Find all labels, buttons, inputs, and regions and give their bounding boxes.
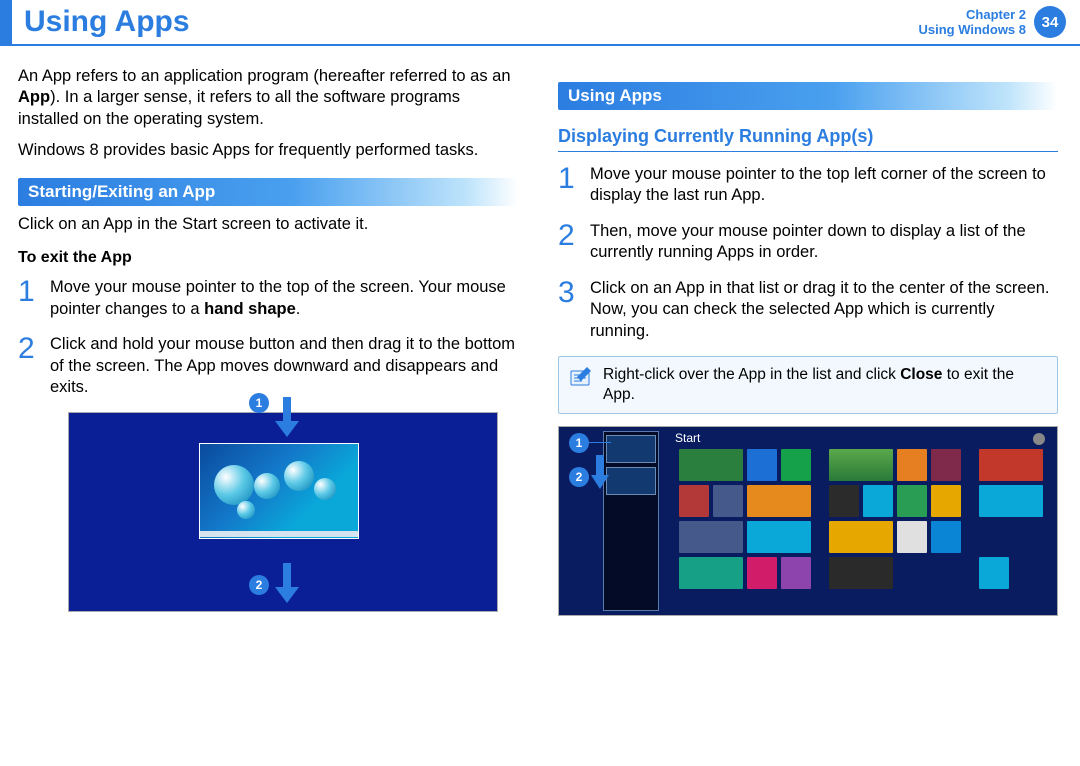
tile xyxy=(931,449,961,481)
callout-label-2: 2 xyxy=(569,467,589,487)
right-step-2: 2 Then, move your mouse pointer down to … xyxy=(558,221,1058,264)
step-text: Move your mouse pointer to the top left … xyxy=(590,164,1058,207)
arrow-down-icon xyxy=(275,397,299,437)
section-heading-starting-exiting: Starting/Exiting an App xyxy=(18,178,518,206)
bold-close: Close xyxy=(900,366,942,383)
tile xyxy=(897,521,927,553)
tile xyxy=(747,521,811,553)
chapter-label: Chapter 2 xyxy=(919,7,1027,22)
tile xyxy=(781,557,811,589)
tile xyxy=(979,449,1043,481)
step-text: Click on an App in that list or drag it … xyxy=(590,278,1058,342)
right-column: Using Apps Displaying Currently Running … xyxy=(558,66,1058,616)
app-thumbnail xyxy=(606,467,656,495)
left-step-1: 1 Move your mouse pointer to the top of … xyxy=(18,277,518,320)
tile xyxy=(829,449,893,481)
text: An App refers to an application program … xyxy=(18,67,511,85)
exit-subheading: To exit the App xyxy=(18,249,518,267)
left-step-2: 2 Click and hold your mouse button and t… xyxy=(18,334,518,398)
tile xyxy=(897,485,927,517)
tile xyxy=(863,485,893,517)
tile xyxy=(979,557,1009,589)
page-header: Using Apps Chapter 2 Using Windows 8 34 xyxy=(0,0,1080,46)
tile xyxy=(713,485,743,517)
arrow-down-icon xyxy=(275,563,299,603)
header-accent-bar xyxy=(0,0,12,44)
tile xyxy=(829,521,893,553)
step-text: Move your mouse pointer to the top of th… xyxy=(50,277,518,320)
tile xyxy=(979,485,1043,517)
header-meta-text: Chapter 2 Using Windows 8 xyxy=(919,7,1027,37)
bold-app: App xyxy=(18,88,50,106)
content-columns: An App refers to an application program … xyxy=(0,46,1080,626)
page-title: Using Apps xyxy=(24,5,190,39)
header-meta: Chapter 2 Using Windows 8 34 xyxy=(919,6,1067,38)
text: . xyxy=(296,300,301,318)
text: ). In a larger sense, it refers to all t… xyxy=(18,88,460,127)
step-number: 1 xyxy=(558,164,580,207)
tile xyxy=(747,449,777,481)
tile xyxy=(679,557,743,589)
app-thumbnail xyxy=(606,435,656,463)
intro-paragraph-2: Windows 8 provides basic Apps for freque… xyxy=(18,140,518,161)
step-number: 2 xyxy=(18,334,40,398)
subsection-running-apps: Displaying Currently Running App(s) xyxy=(558,126,1058,152)
tile xyxy=(679,449,743,481)
illustration-running-apps: Start 1 2 xyxy=(558,426,1058,616)
tile xyxy=(747,557,777,589)
step-number: 1 xyxy=(18,277,40,320)
note-pencil-icon xyxy=(569,365,593,387)
tip-note: Right-click over the App in the list and… xyxy=(558,356,1058,414)
step-number: 3 xyxy=(558,278,580,342)
tile xyxy=(829,485,859,517)
tip-text: Right-click over the App in the list and… xyxy=(603,365,1047,405)
tile xyxy=(747,485,811,517)
bold-hand-shape: hand shape xyxy=(204,300,296,318)
right-step-3: 3 Click on an App in that list or drag i… xyxy=(558,278,1058,342)
tile xyxy=(829,557,893,589)
tile xyxy=(931,521,961,553)
tile xyxy=(781,449,811,481)
pointer-line xyxy=(589,442,611,443)
arrow-down-icon xyxy=(591,455,609,489)
step-text: Then, move your mouse pointer down to di… xyxy=(590,221,1058,264)
callout-label-1: 1 xyxy=(249,393,269,413)
step-number: 2 xyxy=(558,221,580,264)
tile xyxy=(679,485,709,517)
right-step-1: 1 Move your mouse pointer to the top lef… xyxy=(558,164,1058,207)
callout-label-2: 2 xyxy=(249,575,269,595)
callout-label-1: 1 xyxy=(569,433,589,453)
start-tiles-grid xyxy=(669,437,1051,609)
tile xyxy=(897,449,927,481)
section-heading-using-apps: Using Apps xyxy=(558,82,1058,110)
illus-taskbar xyxy=(200,531,358,537)
text: Right-click over the App in the list and… xyxy=(603,366,900,383)
tile xyxy=(679,521,743,553)
intro-paragraph-1: An App refers to an application program … xyxy=(18,66,518,130)
page-number-badge: 34 xyxy=(1034,6,1066,38)
step-text: Click and hold your mouse button and the… xyxy=(50,334,518,398)
section-label: Using Windows 8 xyxy=(919,22,1027,37)
click-instruction: Click on an App in the Start screen to a… xyxy=(18,214,518,235)
left-column: An App refers to an application program … xyxy=(18,66,518,616)
tile xyxy=(931,485,961,517)
illustration-drag-app: 1 2 xyxy=(68,412,498,612)
